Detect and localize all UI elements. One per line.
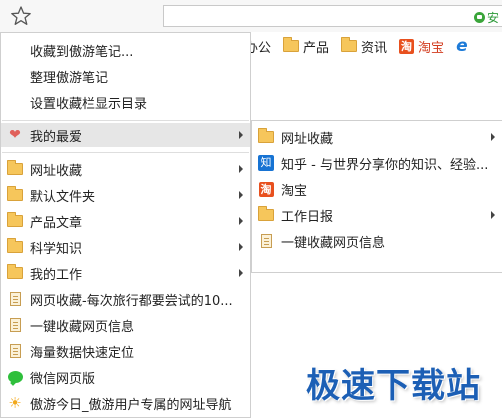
menu-item-bookmark-travel[interactable]: 网页收藏-每次旅行都要尝试的10... — [1, 287, 250, 311]
chevron-right-icon — [239, 165, 243, 173]
chevron-right-icon — [491, 211, 495, 219]
menu-item-label: 知乎 - 与世界分享你的知识、经验... — [281, 157, 489, 173]
bookmark-news[interactable]: 资讯 — [341, 37, 387, 56]
menu-item-bookmark-data-locate[interactable]: 海量数据快速定位 — [1, 339, 250, 363]
menu-item-label: 一键收藏网页信息 — [281, 235, 386, 251]
menu-item-my-favorites[interactable]: ❤ 我的最爱 — [1, 123, 250, 147]
chevron-right-icon — [239, 217, 243, 225]
taobao-icon: 淘 — [399, 38, 415, 54]
menu-item-folder-my-work[interactable]: 我的工作 — [1, 261, 250, 285]
bookmark-taobao[interactable]: 淘 淘宝 — [399, 37, 444, 56]
lock-icon — [474, 12, 485, 23]
folder-icon — [258, 206, 274, 221]
taobao-icon: 淘 — [258, 181, 274, 197]
submenu-item-one-click[interactable]: 一键收藏网页信息 — [252, 229, 502, 253]
heart-icon: ❤ — [9, 127, 21, 143]
site-watermark: 极速下载站 — [306, 366, 481, 406]
document-icon — [9, 344, 21, 358]
menu-item-label: 工作日报 — [281, 209, 334, 225]
folder-icon — [7, 264, 23, 279]
menu-separator — [2, 152, 249, 153]
bookmark-label: 淘宝 — [418, 40, 445, 56]
secure-label: 安 — [487, 11, 500, 25]
chevron-right-icon — [491, 133, 495, 141]
address-bar[interactable] — [163, 5, 502, 27]
submenu-item-folder-work-log[interactable]: 工作日报 — [252, 203, 502, 227]
menu-item-bookmark-one-click[interactable]: 一键收藏网页信息 — [1, 313, 250, 337]
menu-item-label: 科学知识 — [30, 241, 83, 257]
menu-item-save-to-notes[interactable]: 收藏到傲游笔记... — [1, 38, 250, 62]
menu-separator — [2, 120, 249, 121]
submenu-item-folder-web-bookmarks[interactable]: 网址收藏 — [252, 125, 502, 149]
menu-item-label: 设置收藏栏显示目录 — [30, 96, 148, 112]
menu-item-folder-science[interactable]: 科学知识 — [1, 235, 250, 259]
menu-item-folder-product-articles[interactable]: 产品文章 — [1, 209, 250, 233]
folder-icon — [258, 128, 274, 143]
chevron-right-icon — [239, 243, 243, 251]
menu-item-label: 网页收藏-每次旅行都要尝试的10... — [30, 293, 233, 309]
menu-item-label: 傲游今日_傲游用户专属的网址导航 — [30, 397, 232, 413]
bookmark-label: 产品 — [303, 40, 330, 56]
menu-item-label: 微信网页版 — [30, 371, 96, 387]
menu-item-label: 网址收藏 — [281, 131, 334, 147]
menu-item-label: 一键收藏网页信息 — [30, 319, 135, 335]
chevron-right-icon — [239, 269, 243, 277]
zhihu-icon: 知 — [258, 155, 274, 171]
submenu-item-zhihu[interactable]: 知 知乎 - 与世界分享你的知识、经验... — [252, 151, 502, 175]
menu-item-label: 海量数据快速定位 — [30, 345, 135, 361]
browser-toolbar: 安 — [0, 0, 502, 33]
menu-item-bookmark-maxthon-today[interactable]: ☀ 傲游今日_傲游用户专属的网址导航 — [1, 391, 250, 415]
menu-item-label: 收藏到傲游笔记... — [30, 44, 134, 60]
menu-item-label: 网址收藏 — [30, 163, 83, 179]
bookmark-products[interactable]: 产品 — [283, 37, 329, 56]
folder-icon — [7, 238, 23, 253]
document-icon — [9, 318, 21, 332]
sun-icon: ☀ — [8, 394, 22, 412]
star-outline-icon — [11, 6, 31, 25]
document-icon — [260, 234, 272, 248]
my-favorites-submenu: 网址收藏 知 知乎 - 与世界分享你的知识、经验... 淘 淘宝 工作日报 一键… — [251, 120, 502, 273]
chevron-right-icon — [239, 131, 243, 139]
security-indicator[interactable]: 安 — [474, 9, 499, 26]
document-icon — [9, 292, 21, 306]
menu-item-folder-default[interactable]: 默认文件夹 — [1, 183, 250, 207]
menu-item-organize-notes[interactable]: 整理傲游笔记 — [1, 64, 250, 88]
folder-icon — [7, 212, 23, 227]
folder-icon — [7, 186, 23, 201]
favorites-star-button[interactable] — [10, 5, 32, 27]
menu-item-label: 我的最爱 — [30, 129, 83, 145]
menu-item-label: 产品文章 — [30, 215, 83, 231]
folder-icon — [341, 37, 358, 52]
bookmark-bar: 办公 产品 资讯 淘 淘宝 e — [245, 32, 502, 60]
chevron-right-icon — [239, 191, 243, 199]
bookmark-ie[interactable]: e — [456, 36, 468, 56]
bookmark-label: 资讯 — [361, 40, 388, 56]
ie-icon: e — [456, 36, 468, 56]
menu-item-label: 我的工作 — [30, 267, 83, 283]
wechat-icon — [7, 371, 23, 383]
menu-item-label: 淘宝 — [281, 183, 308, 199]
menu-item-bookmark-wechat[interactable]: 微信网页版 — [1, 365, 250, 389]
folder-icon — [283, 37, 300, 52]
favorites-menu: 收藏到傲游笔记... 整理傲游笔记 设置收藏栏显示目录 ❤ 我的最爱 网址收藏 … — [0, 32, 251, 418]
menu-item-folder-web-bookmarks[interactable]: 网址收藏 — [1, 157, 250, 181]
menu-item-label: 整理傲游笔记 — [30, 70, 109, 86]
submenu-item-taobao[interactable]: 淘 淘宝 — [252, 177, 502, 201]
folder-icon — [7, 160, 23, 175]
menu-item-label: 默认文件夹 — [30, 189, 96, 205]
menu-item-bookmark-bar-settings[interactable]: 设置收藏栏显示目录 — [1, 90, 250, 114]
